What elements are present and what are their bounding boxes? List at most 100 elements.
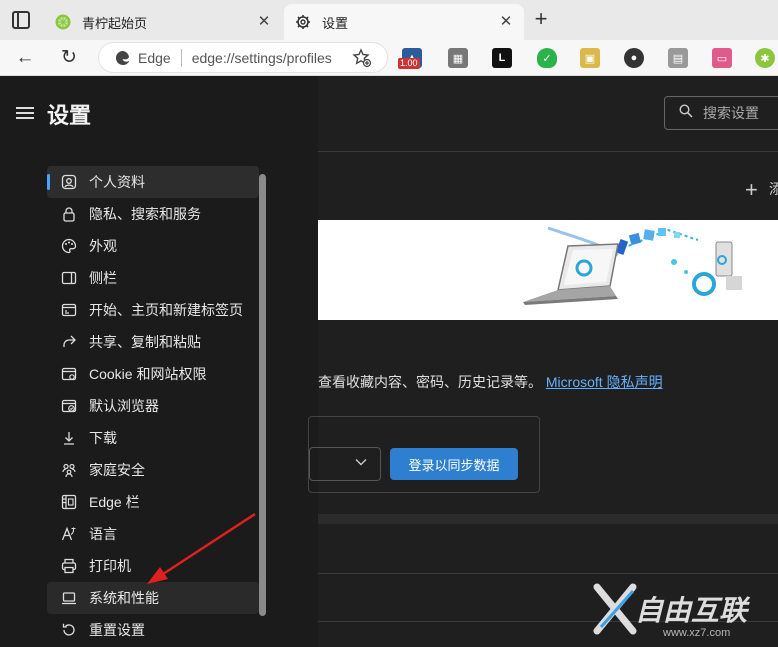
address-bar[interactable]: Edge edge://settings/profiles [98,42,388,73]
tab-settings[interactable]: 设置 ✕ [284,4,524,40]
sidebar-item-label: 外观 [89,238,117,254]
watermark: 自由互联 www.xz7.com [593,583,773,643]
extension-shield-icon[interactable]: ✓ [537,48,557,68]
search-settings-input[interactable]: 搜索设置 [664,96,778,130]
gear-icon [294,13,312,31]
search-icon [679,103,693,123]
divider [318,151,778,152]
cookie-icon [61,366,77,382]
sidebar-item-downloads[interactable]: 下载 [47,422,259,454]
edge-logo-icon [114,49,132,67]
menu-icon[interactable] [16,107,34,119]
address-divider [180,48,182,67]
language-icon [61,526,77,542]
extension-clipboard-icon[interactable]: ▤ [668,48,688,68]
sidebar-item-label: 重置设置 [89,622,145,638]
settings-nav: 个人资料 隐私、搜索和服务 外观 侧栏 开始、主页和新建标签页 共享、复制和粘贴 [47,166,259,646]
add-profile-icon[interactable]: + [745,177,758,203]
tab-start-page[interactable]: 青柠起始页 ✕ [44,4,282,40]
sync-text: 查看收藏内容、密码、历史记录等。 [318,374,542,390]
settings-sidebar: 设置 个人资料 隐私、搜索和服务 外观 侧栏 开始、主页和新建标签页 共享、复制… [0,76,318,647]
sidebar-item-edge-bar[interactable]: Edge 栏 [47,486,259,518]
extension-badge: 1.00 [398,58,420,69]
sidebar-item-label: 隐私、搜索和服务 [89,206,201,222]
sidebar-item-label: 开始、主页和新建标签页 [89,302,243,318]
toolbar: ← ↻ Edge edge://settings/profiles ▲ ▦ L … [0,40,778,76]
sidebar-item-reset[interactable]: 重置设置 [47,614,259,646]
sidebar-item-label: 打印机 [89,558,131,574]
sidebar-item-label: 下载 [89,430,117,446]
laptop-icon [61,590,77,606]
watermark-url: www.xz7.com [663,627,731,639]
sign-in-sync-button[interactable]: 登录以同步数据 [390,448,518,480]
sidebar-item-appearance[interactable]: 外观 [47,230,259,262]
tab-title: 青柠起始页 [82,15,148,31]
sidebar-item-sidebar[interactable]: 侧栏 [47,262,259,294]
sync-illustration [318,220,778,320]
profile-icon [61,174,77,190]
sidebar-item-privacy[interactable]: 隐私、搜索和服务 [47,198,259,230]
sidebar-item-system[interactable]: 系统和性能 [47,582,259,614]
sidebar-icon [61,270,77,286]
extension-games-icon[interactable]: ▦ [448,48,468,68]
sidebar-item-label: 系统和性能 [89,590,159,606]
lock-icon [61,206,77,222]
sidebar-item-label: Edge 栏 [89,494,140,510]
account-card: 登录以同步数据 [308,416,540,493]
extension-tv-icon[interactable]: ▭ [712,48,732,68]
add-profile-label[interactable]: 添 [769,179,778,199]
close-icon[interactable]: ✕ [496,12,516,32]
browser-window: 青柠起始页 ✕ 设置 ✕ + ← ↻ Edge edge://settings/… [0,0,778,647]
sidebar-item-languages[interactable]: 语言 [47,518,259,550]
add-favorite-icon[interactable] [352,48,372,68]
sidebar-item-share[interactable]: 共享、复制和粘贴 [47,326,259,358]
sidebar-item-label: 个人资料 [89,174,145,190]
chevron-down-icon [354,455,368,472]
sidebar-item-label: 默认浏览器 [89,398,159,414]
account-dropdown[interactable] [309,447,381,481]
family-icon [61,462,77,478]
printer-icon [61,558,77,574]
home-tab-icon [61,302,77,318]
sidebar-item-default-browser[interactable]: 默认浏览器 [47,390,259,422]
sync-description: 查看收藏内容、密码、历史记录等。 Microsoft 隐私声明 [318,372,663,392]
sidebar-item-label: 家庭安全 [89,462,145,478]
watermark-logo-icon [593,583,637,635]
share-icon [61,334,77,350]
extension-spy-icon[interactable]: ● [624,48,644,68]
page-title: 设置 [47,103,92,128]
search-placeholder: 搜索设置 [703,105,759,121]
watermark-text: 自由互联 [635,595,748,626]
tab-actions-icon[interactable] [12,11,30,29]
sidebar-item-printers[interactable]: 打印机 [47,550,259,582]
tab-title: 设置 [322,15,349,31]
lime-icon [54,13,72,31]
divider [318,573,778,574]
reset-icon [61,622,77,638]
extension-lime-icon[interactable]: ✱ [755,48,775,68]
site-label: Edge [138,49,171,66]
new-tab-button[interactable]: + [530,8,552,30]
sidebar-item-profiles[interactable]: 个人资料 [47,166,259,198]
privacy-link[interactable]: Microsoft 隐私声明 [546,374,663,390]
close-icon[interactable]: ✕ [254,12,274,32]
sidebar-item-start-home[interactable]: 开始、主页和新建标签页 [47,294,259,326]
sidebar-item-label: Cookie 和网站权限 [89,366,207,382]
palette-icon [61,238,77,254]
back-icon[interactable]: ← [13,46,37,70]
browser-icon [61,398,77,414]
download-icon [61,430,77,446]
edge-bar-icon [61,494,77,510]
sidebar-scrollbar[interactable] [259,174,266,616]
sidebar-item-family[interactable]: 家庭安全 [47,454,259,486]
sidebar-item-cookies[interactable]: Cookie 和网站权限 [47,358,259,390]
url-text[interactable]: edge://settings/profiles [192,50,332,66]
settings-main: 搜索设置 + 添 查看收藏内容、密码、历史记录等。 Microsoft 隐私声明… [308,76,778,647]
refresh-icon[interactable]: ↻ [57,46,81,70]
sidebar-item-label: 共享、复制和粘贴 [89,334,201,350]
extension-l-icon[interactable]: L [492,48,512,68]
extension-image-icon[interactable]: ▣ [580,48,600,68]
sidebar-item-label: 侧栏 [89,270,117,286]
sidebar-item-label: 语言 [89,526,117,542]
tab-strip: 青柠起始页 ✕ 设置 ✕ + [0,0,778,40]
